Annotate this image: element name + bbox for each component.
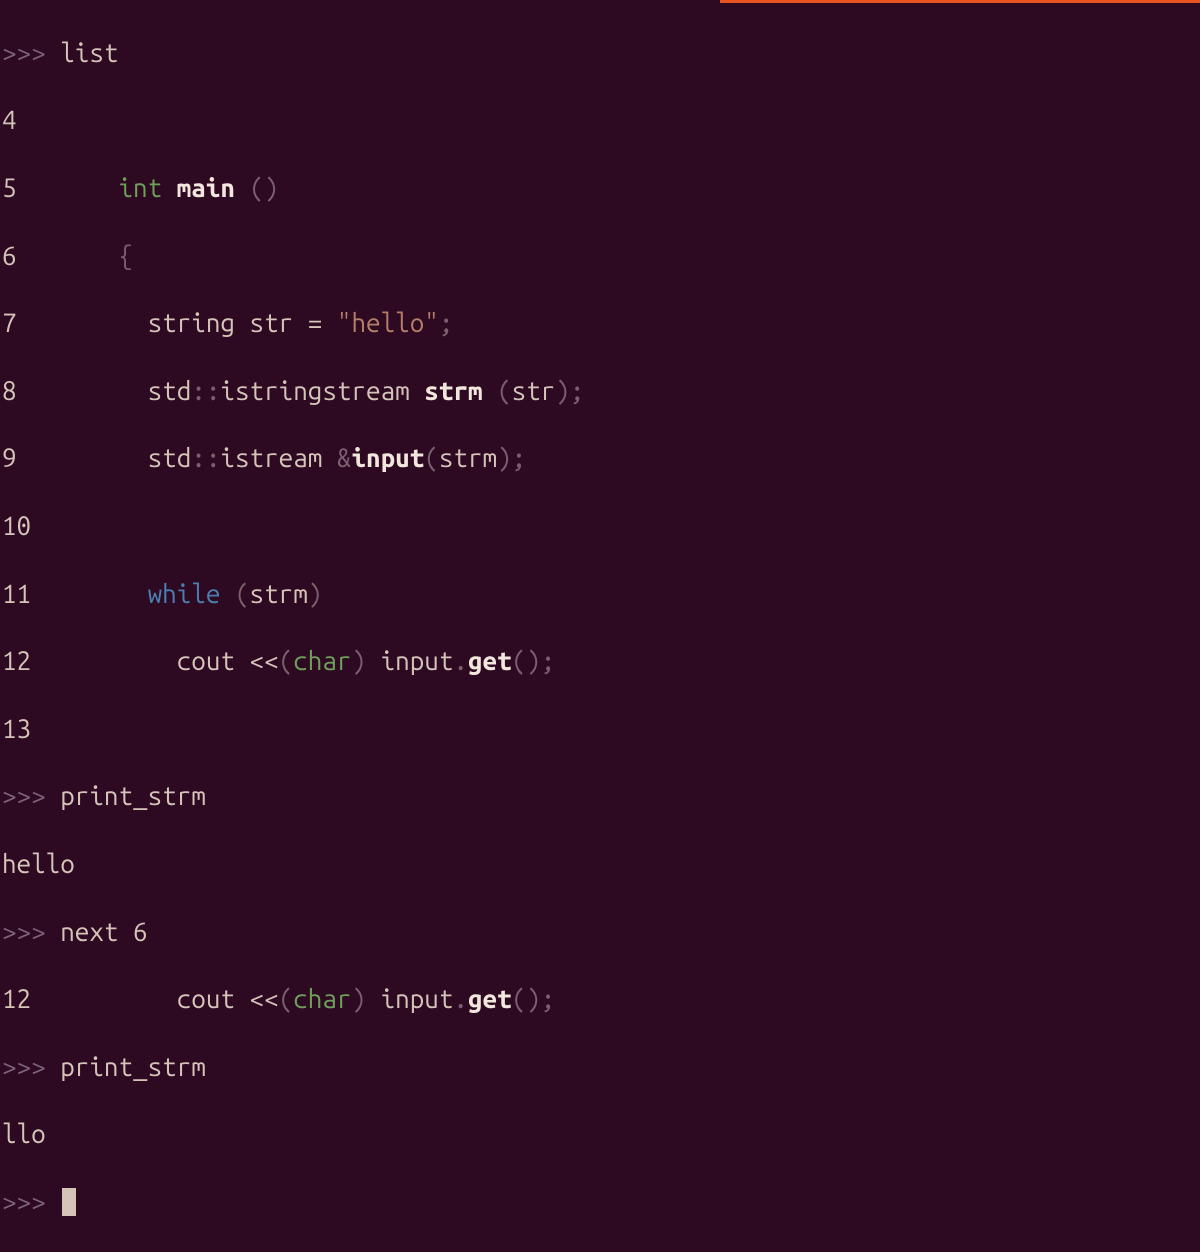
token-scope: :: [191, 376, 220, 405]
token-identifier: str [250, 308, 294, 337]
line-number: 12 [2, 984, 31, 1013]
prompt-line[interactable]: >>> [2, 1185, 1200, 1219]
token-dot: . [453, 984, 468, 1013]
token-paren: ( [235, 579, 250, 608]
output-text: llo [2, 1119, 46, 1148]
token-identifier: strm [439, 443, 497, 472]
code-line: 7 string str = "hello"; [2, 306, 1200, 340]
code-line: 12 cout <<(char) input.get(); [2, 982, 1200, 1016]
line-number: 10 [2, 511, 31, 540]
token-type: string [148, 308, 235, 337]
token-paren: ( [424, 443, 439, 472]
token-paren: ( [250, 173, 265, 202]
token-identifier: str [512, 376, 556, 405]
token-type: int [118, 173, 162, 202]
code-line: 10 [2, 509, 1200, 543]
prompt-chevron: >>> [2, 917, 46, 946]
command-text: print_strm [60, 781, 206, 810]
token-paren: ( [497, 376, 512, 405]
token-paren: ) [264, 173, 279, 202]
token-semicolon: ; [570, 376, 585, 405]
cursor-block [62, 1188, 76, 1216]
line-number: 9 [2, 443, 17, 472]
prompt-chevron: >>> [2, 1052, 46, 1081]
code-line: 11 while (strm) [2, 577, 1200, 611]
output-line: hello [2, 847, 1200, 881]
token-type: istream [220, 443, 322, 472]
token-operator: = [308, 308, 323, 337]
line-number: 8 [2, 376, 17, 405]
token-method: get [468, 984, 512, 1013]
token-type: istringstream [220, 376, 409, 405]
token-identifier: input [351, 443, 424, 472]
line-number: 13 [2, 714, 31, 743]
prompt-line: >>> print_strm [2, 779, 1200, 813]
line-number: 5 [2, 173, 17, 202]
prompt-line: >>> print_strm [2, 1050, 1200, 1084]
token-identifier: strm [250, 579, 308, 608]
code-line: 9 std::istream &input(strm); [2, 441, 1200, 475]
token-type: char [293, 984, 351, 1013]
token-paren: ) [497, 443, 512, 472]
token-namespace: std [148, 376, 192, 405]
token-semicolon: ; [541, 984, 556, 1013]
token-identifier: input [381, 984, 454, 1013]
prompt-line: >>> list [2, 36, 1200, 70]
command-text: list [60, 38, 118, 67]
token-paren: ) [308, 579, 323, 608]
token-semicolon: ; [439, 308, 454, 337]
token-paren: ) [555, 376, 570, 405]
command-text: print_strm [60, 1052, 206, 1081]
window-border-accent [720, 0, 1200, 3]
line-number: 4 [2, 105, 17, 134]
output-line: llo [2, 1117, 1200, 1151]
terminal-output[interactable]: >>> list 4 5 int main () 6 { 7 string st… [0, 0, 1200, 1252]
token-identifier: main [177, 173, 235, 202]
command-text: next 6 [60, 917, 147, 946]
code-line: 13 [2, 712, 1200, 746]
code-line: 12 cout <<(char) input.get(); [2, 644, 1200, 678]
token-identifier: strm [424, 376, 482, 405]
token-identifier: cout [177, 984, 235, 1013]
token-paren: ( [512, 984, 527, 1013]
code-line: 8 std::istringstream strm (str); [2, 374, 1200, 408]
prompt-chevron: >>> [2, 781, 46, 810]
line-number: 7 [2, 308, 17, 337]
token-paren: ) [351, 984, 366, 1013]
token-brace: { [118, 241, 133, 270]
output-text: hello [2, 849, 75, 878]
line-number: 6 [2, 241, 17, 270]
line-number: 11 [2, 579, 31, 608]
prompt-chevron: >>> [2, 38, 46, 67]
prompt-line: >>> next 6 [2, 915, 1200, 949]
token-string: "hello" [337, 308, 439, 337]
token-scope: :: [191, 443, 220, 472]
token-namespace: std [148, 443, 192, 472]
token-paren: ( [279, 984, 294, 1013]
code-line: 6 { [2, 239, 1200, 273]
token-operator: << [250, 984, 279, 1013]
code-line: 4 [2, 103, 1200, 137]
code-line: 5 int main () [2, 171, 1200, 205]
token-paren: ) [526, 984, 541, 1013]
token-semicolon: ; [512, 443, 527, 472]
token-ampersand: & [337, 443, 352, 472]
prompt-chevron: >>> [2, 1187, 46, 1216]
token-keyword: while [148, 579, 221, 608]
